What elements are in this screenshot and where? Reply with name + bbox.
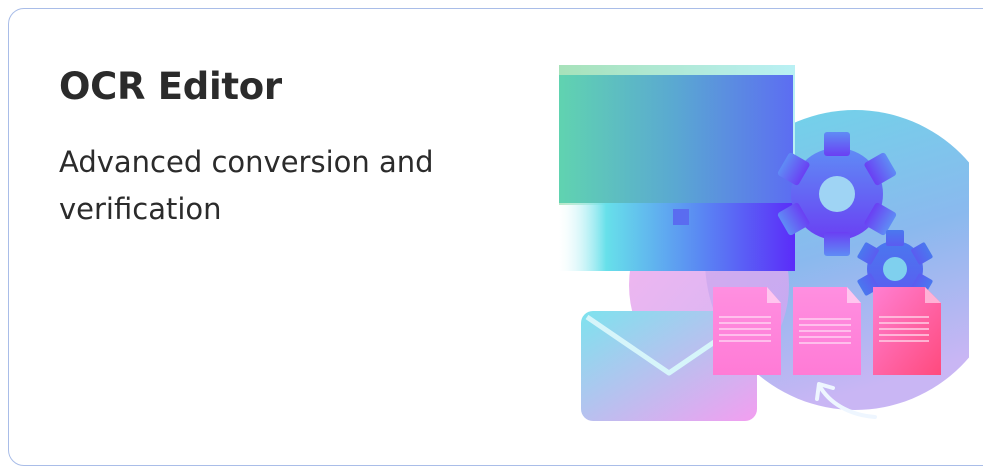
card-description: Advanced conversion and verification	[59, 145, 434, 226]
ocr-editor-card[interactable]: OCR Editor Advanced conversion and verif…	[8, 8, 983, 466]
document-icon	[713, 287, 781, 375]
ocr-illustration	[559, 65, 969, 421]
monitor-icon	[559, 65, 795, 271]
card-title: OCR Editor	[59, 65, 282, 108]
document-icon	[793, 287, 861, 375]
document-icon	[873, 287, 941, 375]
